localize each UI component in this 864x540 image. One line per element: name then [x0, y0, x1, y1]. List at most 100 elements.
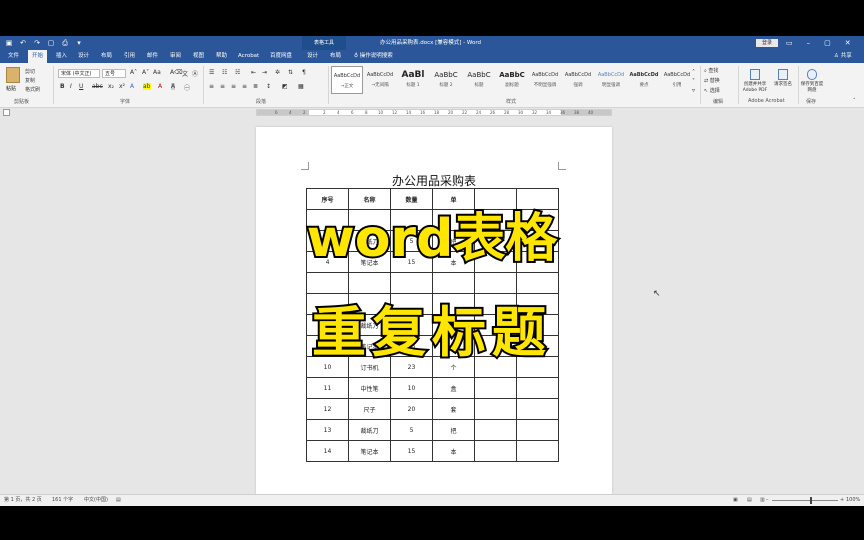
copy-button[interactable]: 复制: [25, 77, 35, 84]
tab-selector-button[interactable]: [3, 109, 10, 116]
tab-file[interactable]: 文件: [8, 50, 19, 63]
paste-label[interactable]: 粘贴: [6, 85, 16, 92]
document-heading[interactable]: 办公用品采购表: [256, 172, 612, 189]
paste-icon[interactable]: [6, 67, 20, 83]
tab-insert[interactable]: 插入: [56, 50, 67, 63]
undo-icon[interactable]: ↶: [18, 38, 28, 48]
distributed-icon[interactable]: ≣: [253, 83, 258, 90]
change-case-icon[interactable]: Aa: [153, 69, 161, 76]
tab-table-design[interactable]: 设计: [307, 50, 318, 63]
style-heading-2[interactable]: AaBbC 标题 2: [430, 66, 462, 94]
subscript-icon[interactable]: x₂: [108, 83, 114, 90]
table-cell[interactable]: [474, 377, 517, 399]
align-right-icon[interactable]: ≡: [231, 83, 236, 90]
table-cell[interactable]: [516, 377, 559, 399]
highlight-icon[interactable]: ab: [143, 83, 151, 90]
align-center-icon[interactable]: ≡: [220, 83, 225, 90]
print-preview-icon[interactable]: ⎙: [60, 38, 70, 48]
shrink-font-icon[interactable]: A˅: [142, 69, 149, 76]
style-emphasis[interactable]: AaBbCcDd 强调: [562, 66, 594, 94]
italic-icon[interactable]: I: [70, 83, 72, 90]
style-strong[interactable]: AaBbCcDd 要点: [628, 66, 660, 94]
shading-icon[interactable]: ◩: [282, 83, 288, 90]
font-color-icon[interactable]: A: [158, 83, 162, 90]
line-spacing-icon[interactable]: ↕: [266, 83, 271, 90]
styles-scroll-up-icon[interactable]: ˄: [692, 69, 695, 76]
show-marks-icon[interactable]: ¶: [302, 69, 306, 76]
tab-layout[interactable]: 布局: [101, 50, 112, 63]
table-cell[interactable]: 尺子: [348, 398, 391, 420]
table-cell[interactable]: [474, 419, 517, 441]
clear-format-icon[interactable]: A⌫: [170, 69, 183, 76]
style-quote[interactable]: AaBbCcDd 引用: [661, 66, 693, 94]
login-button[interactable]: 登录: [756, 39, 778, 47]
request-signature-button[interactable]: 请求签名: [770, 69, 796, 88]
table-cell[interactable]: 中性笔: [348, 377, 391, 399]
word-count[interactable]: 161 个字: [52, 495, 73, 506]
tab-review[interactable]: 审阅: [170, 50, 181, 63]
table-cell[interactable]: 13: [306, 419, 349, 441]
table-cell[interactable]: 20: [390, 398, 433, 420]
chinese-layout-icon[interactable]: ✲: [275, 69, 280, 76]
styles-more-icon[interactable]: ▿: [692, 87, 695, 94]
multilevel-list-icon[interactable]: ☵: [235, 69, 240, 76]
decrease-indent-icon[interactable]: ⇤: [251, 69, 256, 76]
table-cell[interactable]: 套: [432, 398, 475, 420]
table-cell[interactable]: [474, 440, 517, 462]
zoom-level[interactable]: 100%: [846, 495, 860, 506]
char-shading-icon[interactable]: A: [171, 83, 176, 90]
numbering-icon[interactable]: ☷: [222, 69, 227, 76]
tab-help[interactable]: 帮助: [216, 50, 227, 63]
print-layout-icon[interactable]: ▤: [747, 495, 752, 506]
borders-icon[interactable]: ▦: [298, 83, 304, 90]
zoom-out-icon[interactable]: –: [766, 495, 769, 506]
cut-button[interactable]: 剪切: [25, 68, 35, 75]
justify-icon[interactable]: ≡: [242, 83, 247, 90]
table-cell[interactable]: 本: [432, 440, 475, 462]
table-cell[interactable]: 12: [306, 398, 349, 420]
save-baidu-button[interactable]: 保存到百度网盘: [800, 69, 824, 94]
language-indicator[interactable]: 中文(中国): [84, 495, 108, 506]
table-cell[interactable]: 15: [390, 440, 433, 462]
macro-record-icon[interactable]: ▤: [116, 495, 121, 506]
zoom-slider-thumb[interactable]: [810, 497, 812, 504]
table-cell[interactable]: 11: [306, 377, 349, 399]
select-button[interactable]: ↖ 选择: [704, 87, 720, 94]
sort-icon[interactable]: ⇅: [288, 69, 293, 76]
table-cell[interactable]: 5: [390, 419, 433, 441]
table-cell[interactable]: 盒: [432, 377, 475, 399]
tab-baidu[interactable]: 百度网盘: [270, 50, 292, 63]
tab-mailings[interactable]: 邮件: [147, 50, 158, 63]
style-no-spacing[interactable]: AaBbCcDd →无间隔: [364, 66, 396, 94]
strikethrough-icon[interactable]: abc: [92, 83, 103, 90]
collapse-ribbon-icon[interactable]: ˄: [853, 98, 856, 104]
page-count[interactable]: 第 1 页，共 2 页: [4, 495, 42, 506]
tab-view[interactable]: 视图: [193, 50, 204, 63]
tab-acrobat[interactable]: Acrobat: [238, 50, 259, 63]
font-size-select[interactable]: 五号: [102, 69, 126, 78]
table-cell[interactable]: 10: [390, 377, 433, 399]
tab-references[interactable]: 引用: [124, 50, 135, 63]
tab-table-layout[interactable]: 布局: [330, 50, 341, 63]
table-row[interactable]: 11 中性笔 10 盒: [306, 377, 559, 399]
table-cell[interactable]: [474, 398, 517, 420]
style-title[interactable]: AaBbC 标题: [463, 66, 495, 94]
underline-icon[interactable]: U: [79, 83, 83, 90]
table-row[interactable]: 12 尺子 20 套: [306, 398, 559, 420]
read-mode-icon[interactable]: ▣: [733, 495, 738, 506]
style-heading-1[interactable]: AaBl 标题 1: [397, 66, 429, 94]
web-layout-icon[interactable]: ▥: [760, 495, 765, 506]
minimize-icon[interactable]: –: [807, 36, 811, 50]
table-cell[interactable]: [516, 440, 559, 462]
style-intense-emphasis[interactable]: AaBbCcDd 明显强调: [595, 66, 627, 94]
increase-indent-icon[interactable]: ⇥: [262, 69, 267, 76]
style-subtitle[interactable]: AaBbC 副标题: [496, 66, 528, 94]
tab-home[interactable]: 开始: [28, 50, 48, 63]
bold-icon[interactable]: B: [60, 83, 65, 90]
replace-button[interactable]: ⇄ 替换: [704, 77, 720, 84]
table-cell[interactable]: 裁纸刀: [348, 419, 391, 441]
find-button[interactable]: ⌕ 查找: [704, 67, 718, 74]
table-row[interactable]: 14 笔记本 15 本: [306, 440, 559, 462]
save-icon[interactable]: ▣: [4, 38, 14, 48]
close-icon[interactable]: ✕: [845, 36, 851, 50]
